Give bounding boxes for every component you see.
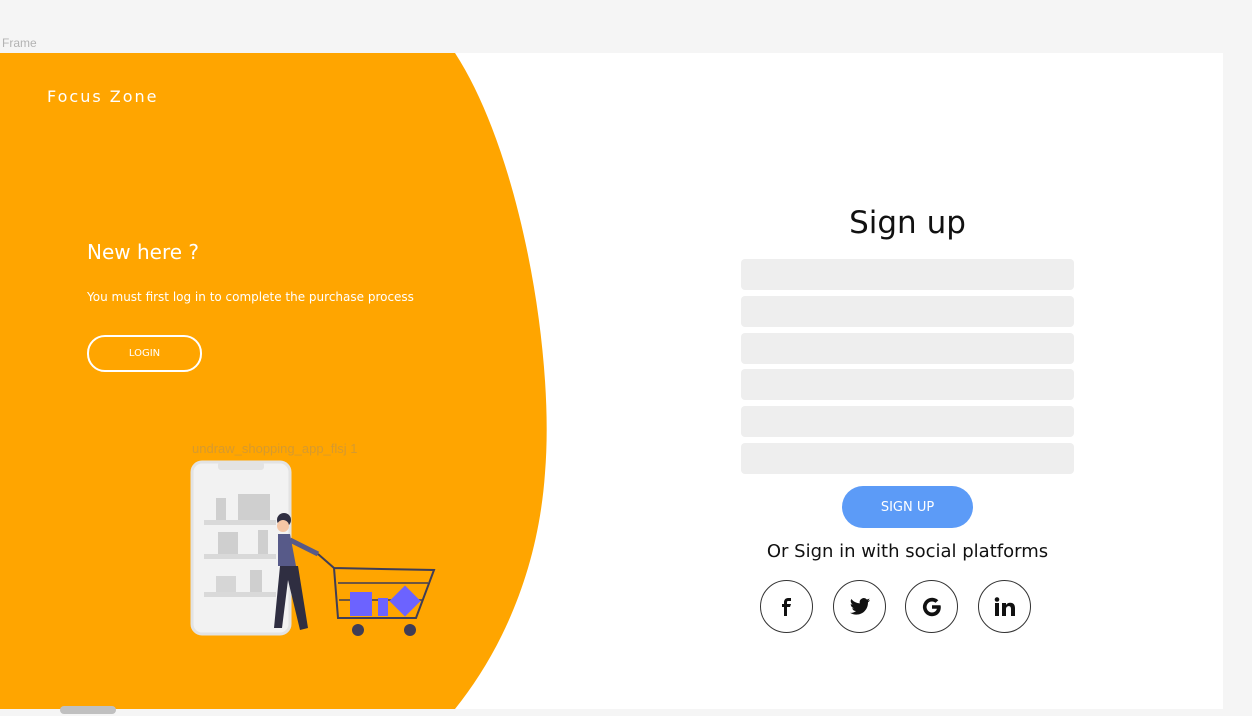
- signup-title: Sign up: [849, 205, 966, 241]
- horizontal-scrollbar-thumb[interactable]: [60, 706, 116, 714]
- brand-logo: Focus Zone: [47, 87, 159, 106]
- login-button[interactable]: LOGIN: [87, 335, 202, 372]
- twitter-button[interactable]: [833, 580, 886, 633]
- signup-input-4[interactable]: [741, 369, 1074, 400]
- facebook-icon: [781, 597, 791, 616]
- linkedin-icon: [994, 596, 1015, 616]
- google-icon: [922, 597, 941, 616]
- illustration-caption: undraw_shopping_app_flsj 1: [192, 441, 358, 456]
- signup-input-1[interactable]: [741, 259, 1074, 290]
- new-here-heading: New here ?: [87, 240, 200, 264]
- linkedin-button[interactable]: [978, 580, 1031, 633]
- signup-input-6[interactable]: [741, 443, 1074, 474]
- shopping-illustration: [190, 460, 436, 636]
- signup-input-5[interactable]: [741, 406, 1074, 437]
- signup-button[interactable]: SIGN UP: [842, 486, 973, 528]
- login-prompt-text: You must first log in to complete the pu…: [87, 290, 414, 304]
- frame-label: Frame: [2, 36, 37, 50]
- signup-input-2[interactable]: [741, 296, 1074, 327]
- twitter-icon: [849, 597, 870, 615]
- facebook-button[interactable]: [760, 580, 813, 633]
- google-button[interactable]: [905, 580, 958, 633]
- signup-frame: Focus Zone New here ? You must first log…: [0, 53, 1223, 709]
- signup-input-3[interactable]: [741, 333, 1074, 364]
- social-signin-text: Or Sign in with social platforms: [766, 541, 1049, 562]
